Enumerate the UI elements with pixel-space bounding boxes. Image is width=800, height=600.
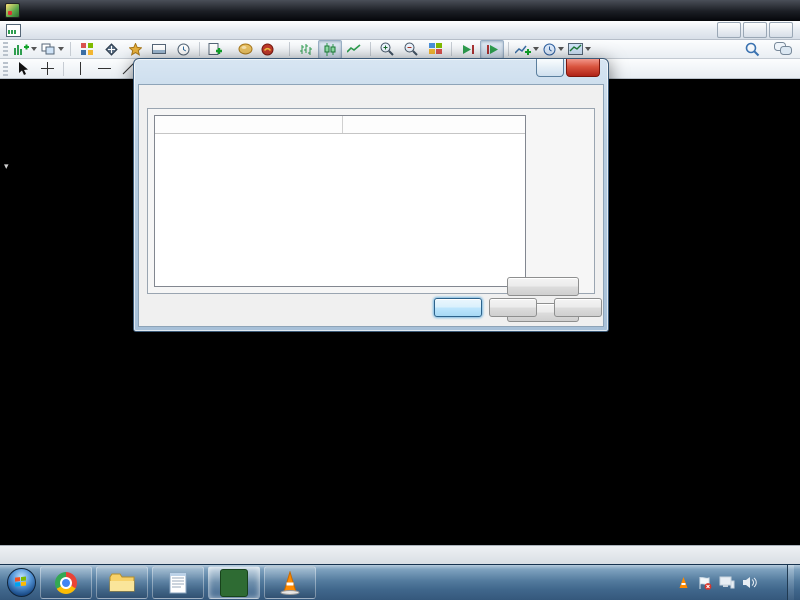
custom-indicator-dialog (133, 58, 609, 332)
strategy-tester-button[interactable] (171, 40, 195, 59)
toolbar-grip[interactable] (3, 42, 8, 56)
column-header-variable[interactable] (155, 116, 342, 133)
separator (63, 62, 64, 76)
dialog-close-button[interactable] (566, 59, 600, 77)
vlc-tray-icon[interactable] (677, 576, 690, 590)
cursor-button[interactable] (11, 59, 35, 78)
chrome-icon (55, 572, 77, 594)
chevron-down-icon (31, 47, 37, 51)
mdi-controls (717, 22, 796, 38)
horizontal-line-button[interactable] (92, 59, 116, 78)
vlc-icon (279, 571, 301, 595)
toolbar-grip[interactable] (3, 62, 8, 76)
dialog-body (138, 84, 604, 327)
market-watch-button[interactable] (75, 40, 99, 59)
vertical-line-button[interactable] (68, 59, 92, 78)
close-button[interactable] (769, 22, 793, 38)
separator (370, 42, 371, 56)
candle-chart-button[interactable] (318, 40, 342, 59)
separator (289, 42, 290, 56)
action-center-flag-icon[interactable] (697, 576, 712, 590)
bar-chart-button[interactable] (294, 40, 318, 59)
windows-logo-icon (7, 568, 36, 597)
taskbar-notepad-button[interactable] (152, 566, 204, 599)
chevron-down-icon (533, 47, 539, 51)
reset-button[interactable] (554, 298, 602, 317)
periods-button[interactable] (541, 40, 566, 59)
terminal-button[interactable] (147, 40, 171, 59)
start-button[interactable] (4, 566, 38, 600)
new-order-icon (208, 43, 222, 56)
zoom-out-button[interactable] (399, 40, 423, 59)
network-icon[interactable] (719, 576, 735, 589)
taskbar-vlc-button[interactable] (264, 566, 316, 599)
profiles-button[interactable] (39, 40, 66, 59)
restore-button[interactable] (743, 22, 767, 38)
taskbar-clock[interactable] (764, 577, 780, 589)
data-window-button[interactable] (99, 40, 123, 59)
separator (508, 42, 509, 56)
system-tray (677, 565, 800, 600)
title-bar[interactable] (0, 0, 800, 21)
speaker-icon[interactable] (742, 576, 757, 589)
separator (70, 42, 71, 56)
chevron-down-icon (558, 47, 564, 51)
folder-icon (109, 573, 135, 593)
mt4-window: ▾ (0, 0, 800, 600)
tile-windows-button[interactable] (423, 40, 447, 59)
cancel-button[interactable] (489, 298, 537, 317)
ohlc-collapse-icon[interactable]: ▾ (4, 161, 9, 172)
ok-button[interactable] (434, 298, 482, 317)
table-header (155, 116, 525, 134)
taskbar-chrome-button[interactable] (40, 566, 92, 599)
parameters-table (154, 115, 526, 287)
chat-icon[interactable] (774, 42, 792, 56)
chart-window-icon[interactable] (6, 24, 21, 37)
autotrading-icon (261, 43, 274, 56)
menu-bar (0, 21, 800, 40)
chevron-down-icon (58, 47, 64, 51)
app-icon (5, 3, 20, 18)
notepad-icon (168, 571, 188, 595)
crosshair-button[interactable] (35, 59, 59, 78)
minimize-button[interactable] (717, 22, 741, 38)
fbs-icon (220, 569, 248, 597)
new-chart-button[interactable] (11, 40, 39, 59)
search-icon[interactable] (745, 42, 760, 57)
templates-button[interactable] (566, 40, 593, 59)
standard-toolbar (0, 40, 800, 59)
new-order-button[interactable] (204, 41, 233, 58)
zoom-in-button[interactable] (375, 40, 399, 59)
auto-scroll-button[interactable] (456, 40, 480, 59)
separator (451, 42, 452, 56)
chevron-down-icon (585, 47, 591, 51)
show-desktop-button[interactable] (787, 565, 794, 600)
autotrading-button[interactable] (257, 41, 285, 58)
separator (199, 42, 200, 56)
load-button[interactable] (507, 277, 579, 296)
line-chart-button[interactable] (342, 40, 366, 59)
taskbar-explorer-button[interactable] (96, 566, 148, 599)
help-button[interactable] (536, 59, 564, 77)
column-header-value[interactable] (342, 116, 525, 133)
inputs-tab-panel (147, 108, 595, 294)
taskbar-fbs-button[interactable] (208, 566, 260, 599)
navigator-button[interactable] (123, 40, 147, 59)
chart-tabs-bar (0, 545, 800, 564)
taskbar (0, 564, 800, 600)
chart-shift-button[interactable] (480, 40, 504, 59)
indicators-button[interactable] (513, 40, 541, 59)
expert-advisors-icon[interactable] (233, 40, 257, 59)
